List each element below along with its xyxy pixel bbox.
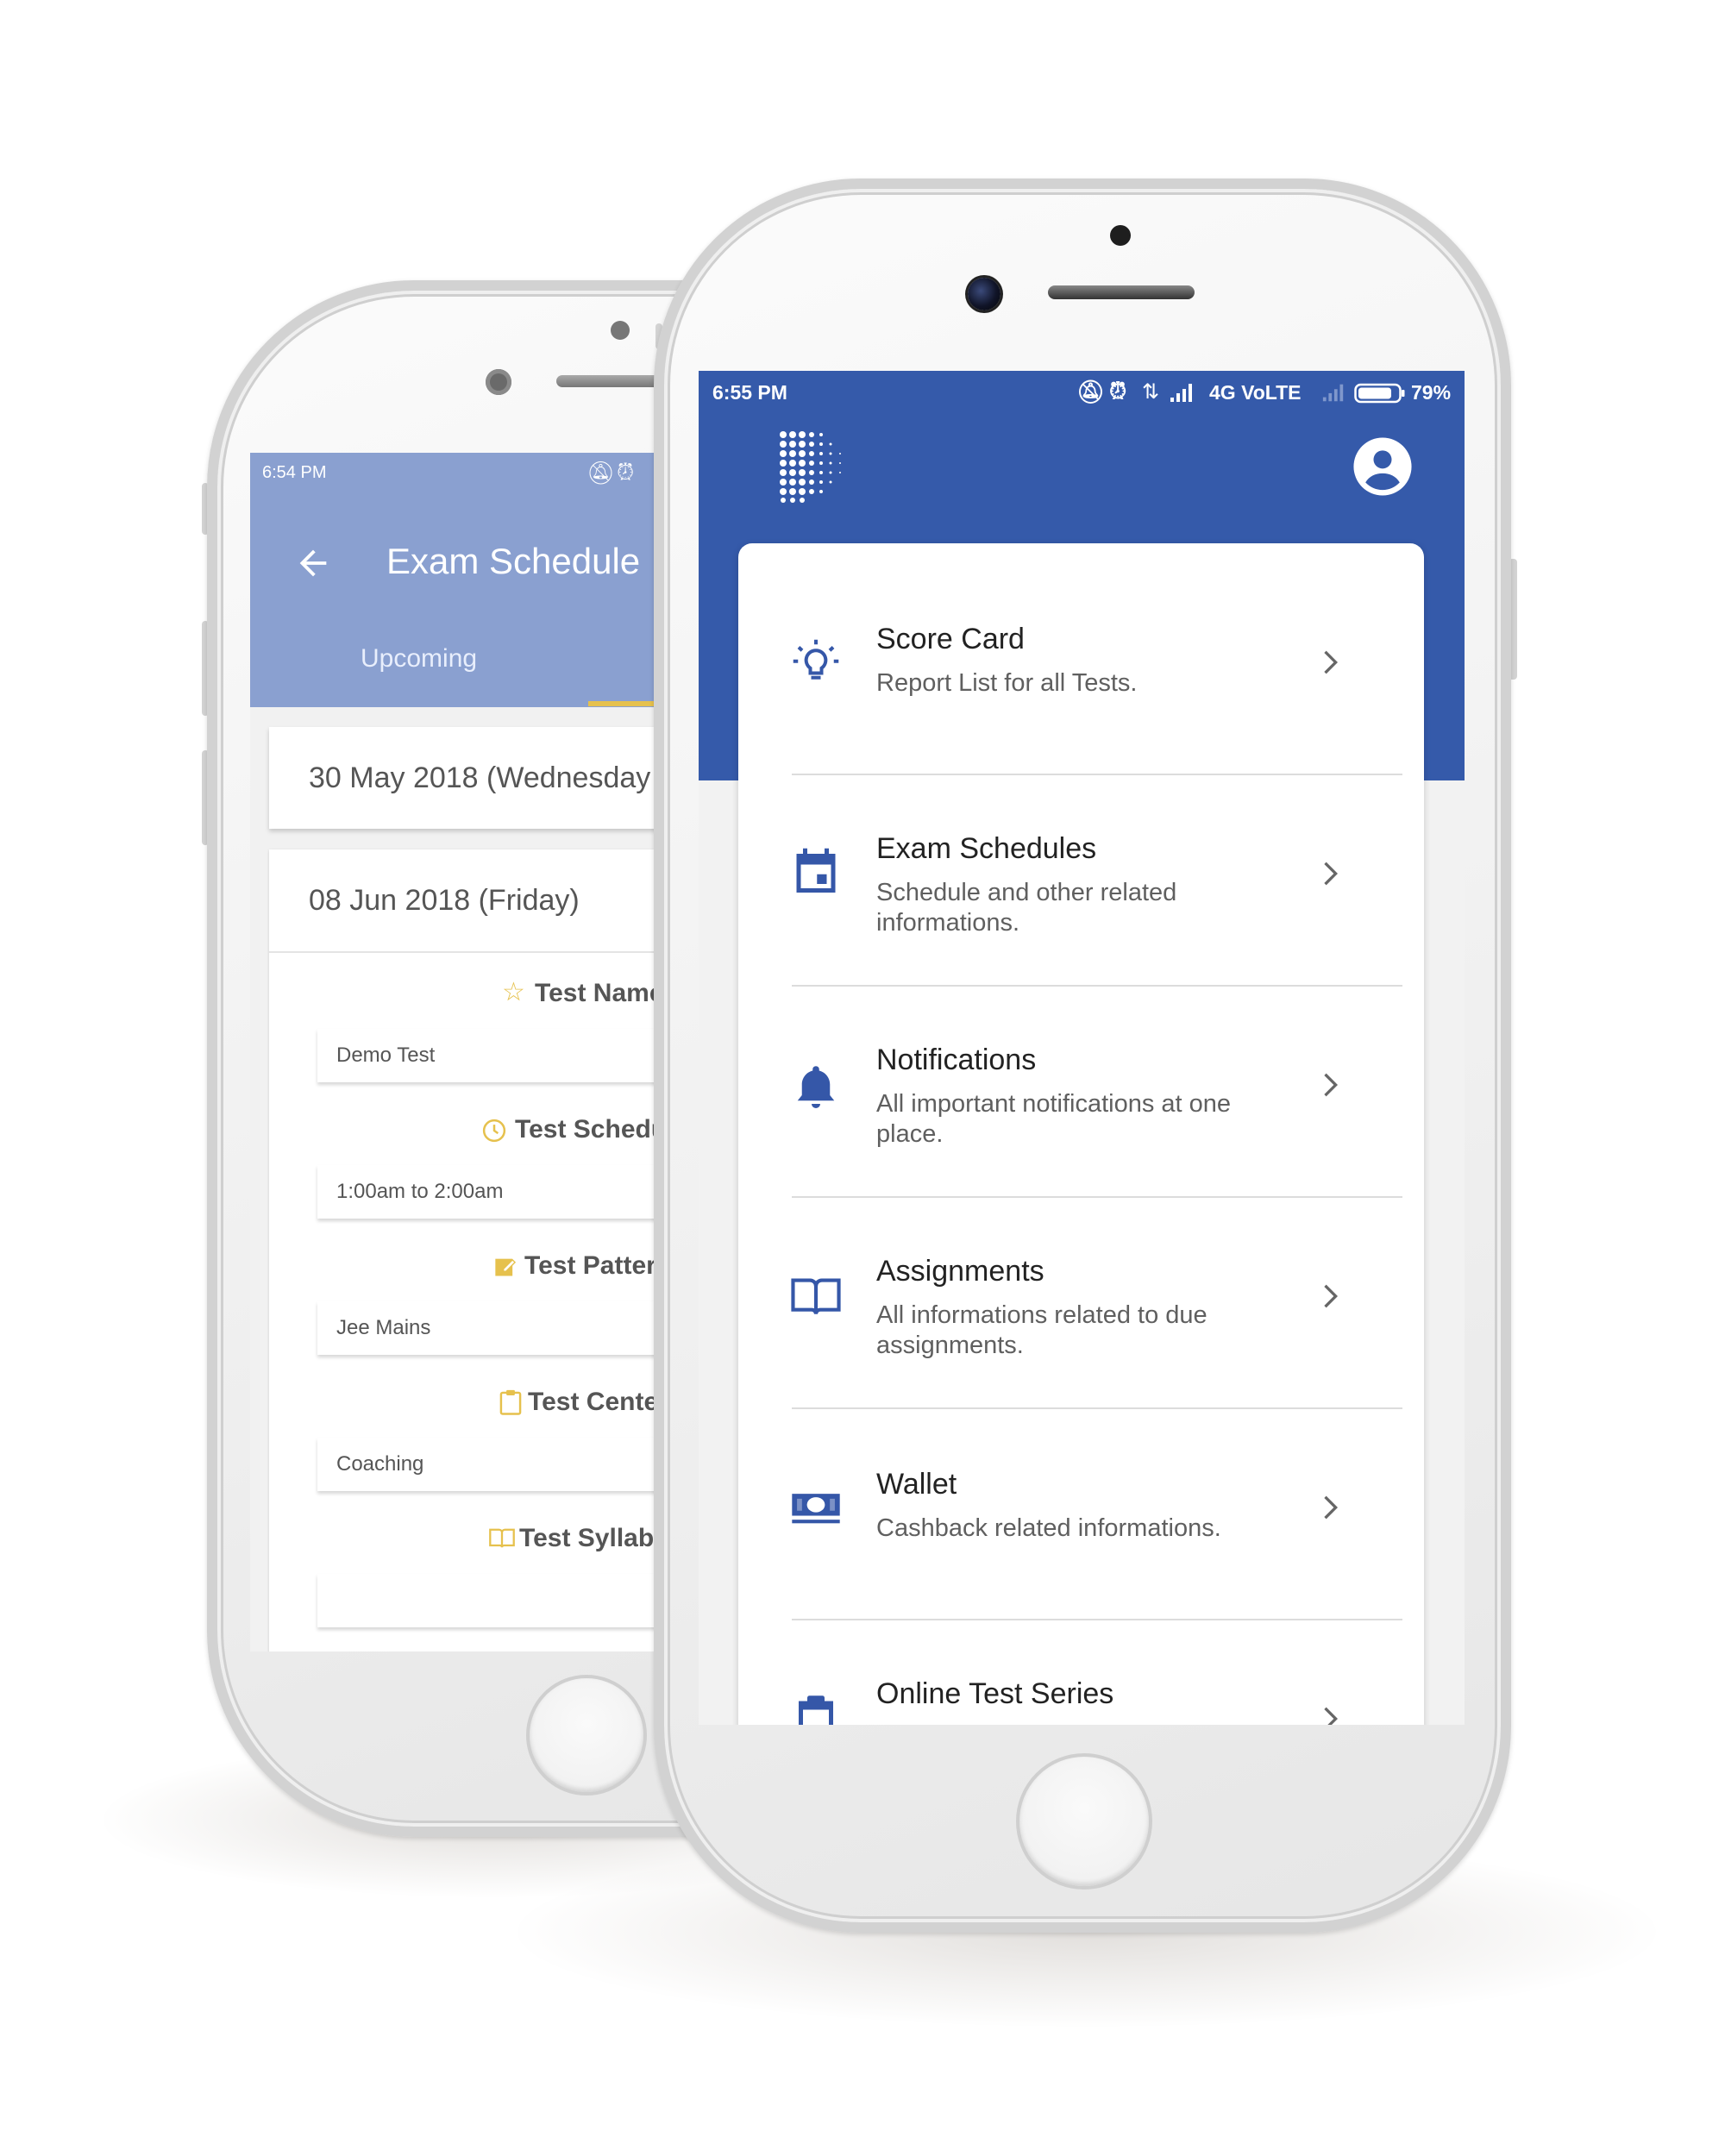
- calendar-icon: [796, 848, 836, 893]
- field-title: Test Syllabu: [519, 1524, 670, 1552]
- tab-upcoming[interactable]: Upcoming: [361, 644, 477, 674]
- menu-item-title: Notifications: [876, 1044, 1037, 1076]
- signal-icon: [1170, 384, 1192, 402]
- date-label: 30 May 2018 (Wednesday: [309, 761, 651, 794]
- battery-percent: 79%: [1411, 381, 1452, 404]
- menu-item-wallet[interactable]: Wallet Cashback related informations.: [738, 1388, 1424, 1600]
- menu-item-title: Assignments: [876, 1255, 1044, 1288]
- back-phone-speaker: [556, 375, 660, 387]
- front-phone-speaker: [1048, 285, 1195, 299]
- front-phone-home-button: [1016, 1753, 1152, 1890]
- menu-item-subtitle: Cashback related informations.: [876, 1514, 1221, 1542]
- menu-item-subtitle: All informations related to due assignme…: [876, 1301, 1208, 1359]
- back-phone-home-button: [526, 1675, 647, 1796]
- menu-item-title: Exam Schedules: [876, 832, 1097, 865]
- chevron-right-icon: [1324, 1495, 1338, 1520]
- network-label: 4G VoLTE: [1209, 381, 1302, 404]
- back-phone-sensor: [611, 321, 630, 340]
- book-open-icon: [791, 1278, 841, 1314]
- edit-icon: [495, 1258, 517, 1276]
- front-status-bar: 6:55 PM 🔕︎ ⏰︎ ⇅ 4G VoLTE 79%: [699, 371, 1465, 414]
- menu-card: Score Card Report List for all Tests. Ex…: [738, 543, 1424, 1725]
- field-value: Demo Test: [336, 1044, 436, 1067]
- front-phone-front-camera: [968, 278, 1000, 310]
- page-title: Exam Schedule: [386, 541, 641, 581]
- field-value: Jee Mains: [336, 1316, 431, 1339]
- field-title: Test Patter: [524, 1251, 656, 1280]
- menu-item-exam-schedules[interactable]: Exam Schedules Schedule and other relate…: [738, 755, 1424, 966]
- chevron-right-icon: [1324, 650, 1338, 674]
- chevron-right-icon: [1324, 1707, 1338, 1725]
- menu-item-subtitle: Schedule and other related informations.: [876, 879, 1177, 937]
- menu-item-online-test-series[interactable]: Online Test Series: [738, 1600, 1424, 1725]
- bell-icon: [797, 1066, 835, 1108]
- clipboard-icon: [499, 1389, 522, 1415]
- chevron-right-icon: [1324, 862, 1338, 886]
- mute-icon: 🔕︎: [586, 460, 616, 486]
- field-value: Coaching: [336, 1452, 424, 1476]
- alarm-icon: ⏰︎: [617, 459, 635, 485]
- back-arrow-icon[interactable]: [293, 543, 333, 583]
- date-label: 08 Jun 2018 (Friday): [309, 884, 580, 917]
- lightbulb-icon: [793, 639, 839, 680]
- menu-item-title: Wallet: [876, 1468, 957, 1501]
- menu-item-subtitle: All important notifications at one place…: [876, 1090, 1232, 1148]
- mute-icon: 🔕︎: [1076, 379, 1106, 404]
- front-phone-screen: 6:55 PM 🔕︎ ⏰︎ ⇅ 4G VoLTE 79% Score Card …: [699, 371, 1465, 1725]
- signal-off-icon: [1322, 384, 1344, 402]
- data-transfer-icon: ⇅: [1142, 380, 1160, 404]
- front-status-time: 6:55 PM: [712, 381, 787, 404]
- back-status-time: 6:54 PM: [262, 463, 327, 482]
- field-title: Test Schedu: [515, 1115, 668, 1144]
- menu-item-title: Score Card: [876, 623, 1025, 655]
- app-logo-icon: [780, 431, 841, 503]
- menu-item-score-card[interactable]: Score Card Report List for all Tests.: [738, 543, 1424, 755]
- clipboard-icon: [799, 1695, 833, 1725]
- chevron-right-icon: [1324, 1284, 1338, 1308]
- star-icon: ☆: [502, 978, 525, 1006]
- menu-item-subtitle: Report List for all Tests.: [876, 669, 1138, 697]
- field-title: Test Name: [535, 979, 664, 1007]
- chevron-right-icon: [1324, 1073, 1338, 1097]
- front-phone-sensor: [1110, 225, 1131, 246]
- book-icon: [489, 1528, 515, 1548]
- money-icon: [792, 1494, 840, 1524]
- clock-icon: [482, 1119, 506, 1143]
- battery-icon: [1354, 383, 1405, 404]
- field-value: 1:00am to 2:00am: [336, 1180, 504, 1203]
- back-phone-front-camera: [486, 369, 511, 395]
- menu-item-notifications[interactable]: Notifications All important notification…: [738, 966, 1424, 1177]
- profile-icon[interactable]: [1352, 436, 1413, 497]
- alarm-icon: ⏰︎: [1109, 378, 1127, 404]
- menu-item-title: Online Test Series: [876, 1677, 1114, 1710]
- menu-item-assignments[interactable]: Assignments All informations related to …: [738, 1177, 1424, 1388]
- field-title: Test Cente: [528, 1388, 659, 1416]
